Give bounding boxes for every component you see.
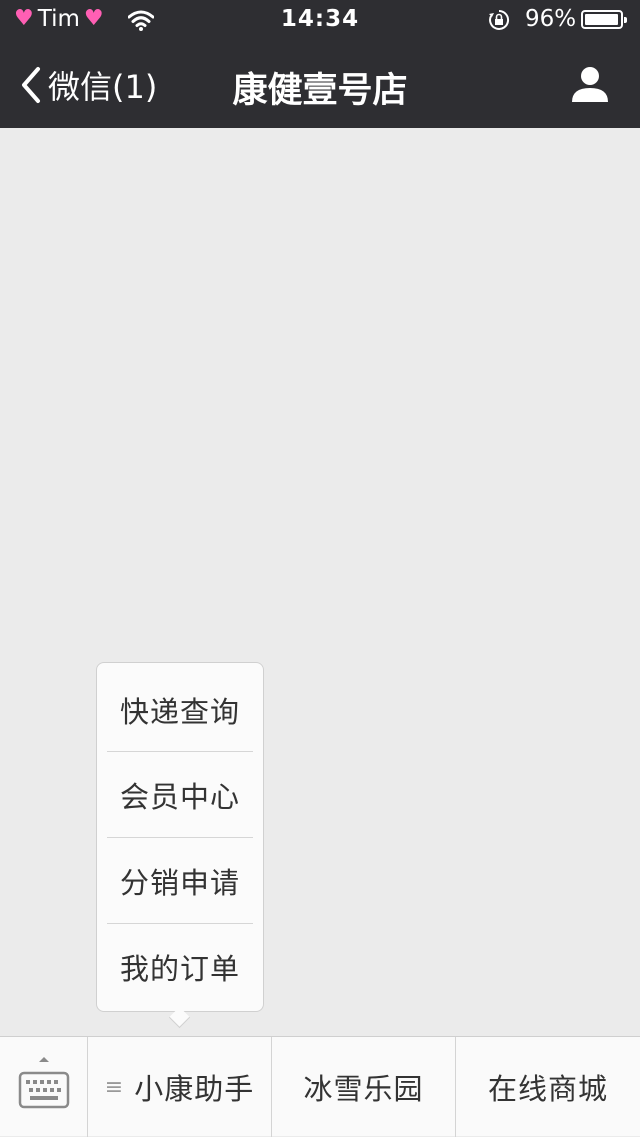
submenu-item[interactable]: 分销申请 (107, 838, 253, 924)
menu-button-ice-park[interactable]: 冰雪乐园 (272, 1037, 456, 1137)
menu-button-online-mall[interactable]: 在线商城 (456, 1037, 640, 1137)
page-title: 康健壹号店 (232, 71, 408, 111)
battery-icon (581, 10, 627, 29)
list-icon: ≡ (104, 1074, 125, 1100)
menu-button-label: 在线商城 (487, 1072, 608, 1106)
status-bar: ♥ Tim ♥ 14:34 96% (0, 0, 640, 40)
battery-percent: 96% (525, 6, 577, 32)
menu-button-assistant[interactable]: ≡ 小康助手 (88, 1037, 272, 1137)
rotation-lock-icon (489, 9, 510, 30)
nav-bar: 微信(1) 康健壹号店 (0, 40, 640, 128)
submenu-item[interactable]: 我的订单 (107, 924, 253, 1010)
submenu-item[interactable]: 会员中心 (107, 752, 253, 838)
menu-button-label: 冰雪乐园 (303, 1072, 424, 1106)
menu-button-label: 小康助手 (134, 1072, 255, 1106)
bottom-menu-bar: ≡ 小康助手 冰雪乐园 在线商城 (0, 1036, 640, 1137)
submenu-item[interactable]: 快递查询 (107, 667, 253, 753)
submenu-popup: 快递查询 会员中心 分销申请 我的订单 (96, 662, 264, 1012)
keyboard-icon (18, 1057, 70, 1109)
keyboard-toggle-button[interactable] (0, 1037, 88, 1137)
profile-icon[interactable] (570, 64, 610, 104)
top-bar: ♥ Tim ♥ 14:34 96% 微信(1) 康健壹号店 (0, 0, 640, 128)
